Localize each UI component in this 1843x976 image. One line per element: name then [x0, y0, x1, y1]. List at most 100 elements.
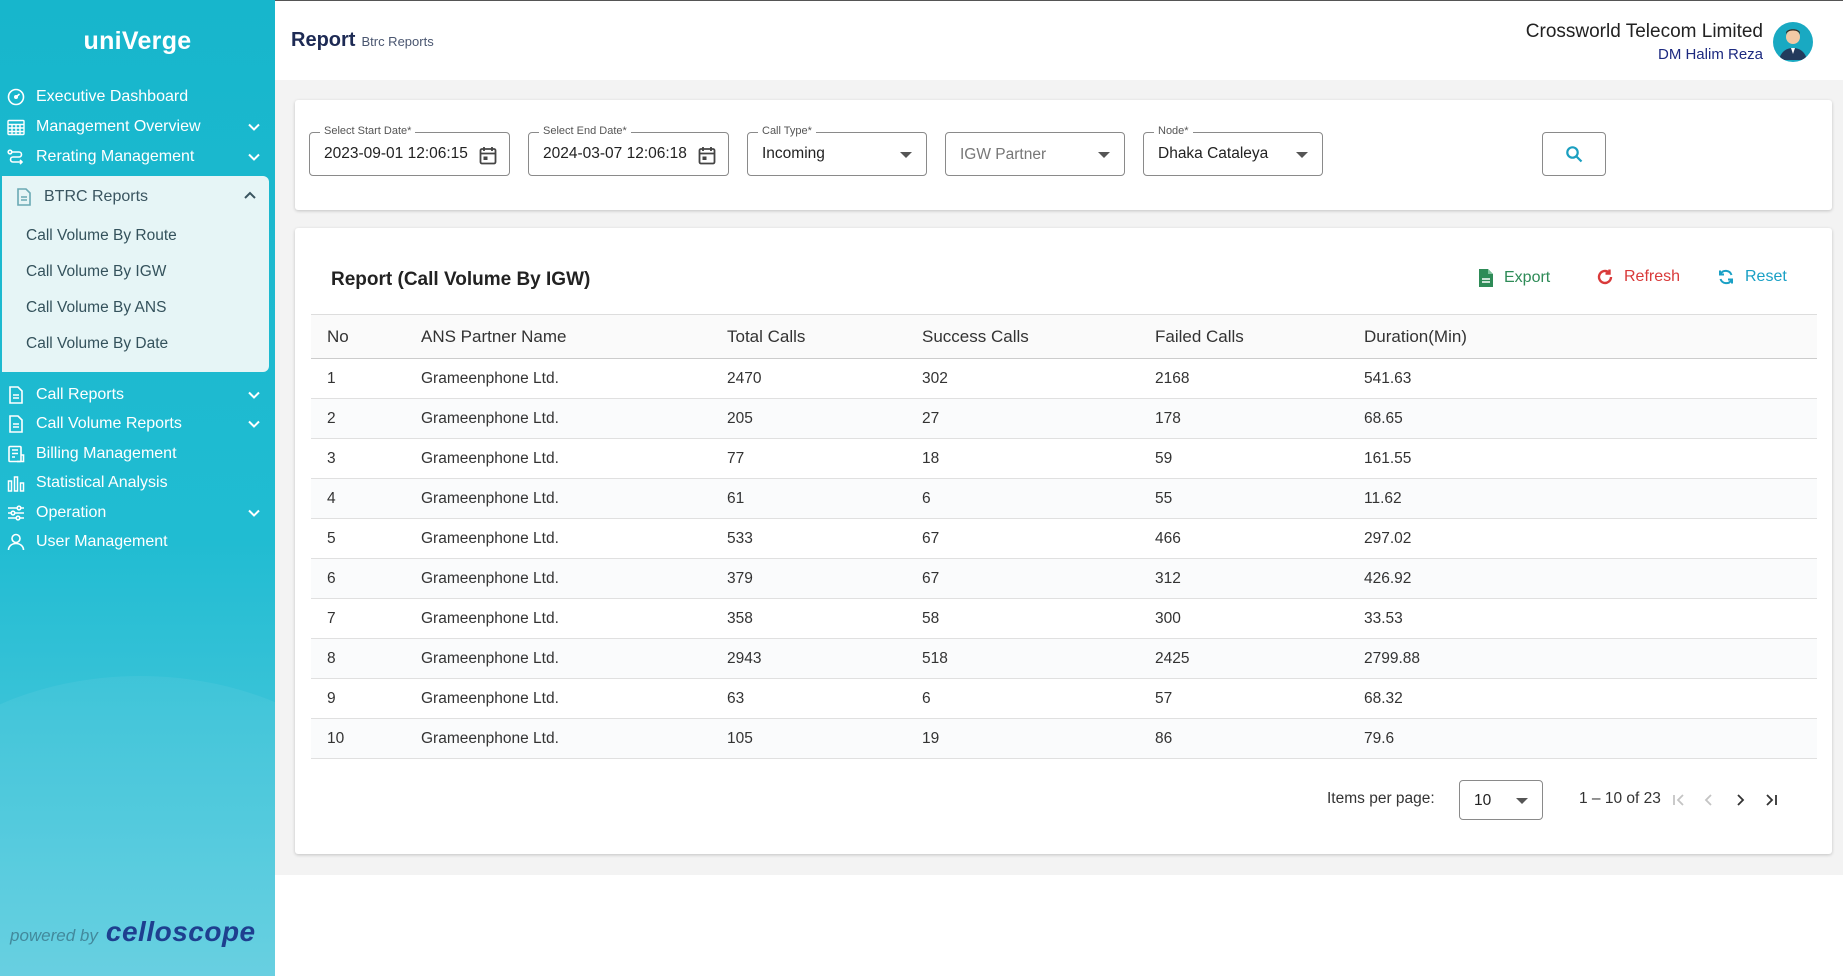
- celloscope-logo: celloscope: [105, 916, 256, 947]
- sidebar-item-operation[interactable]: Operation: [0, 498, 275, 528]
- sidebar-item-executive-dashboard[interactable]: Executive Dashboard: [0, 82, 275, 112]
- partner-name-cell: Grameenphone Ltd.: [405, 718, 711, 759]
- row-number-cell: 3: [311, 438, 405, 479]
- calendar-icon[interactable]: [696, 144, 718, 166]
- row-number-cell: 1: [311, 358, 405, 399]
- end-date-field[interactable]: Select End Date* 2024-03-07 12:06:18: [528, 125, 729, 176]
- duration-cell: 2799.88: [1348, 638, 1817, 679]
- sidebar-subitem-call-volume-by-date[interactable]: Call Volume By Date: [2, 326, 269, 362]
- sidebar-item-management-overview[interactable]: Management Overview: [0, 112, 275, 142]
- partner-name-cell: Grameenphone Ltd.: [405, 598, 711, 639]
- column-header[interactable]: Total Calls: [711, 314, 906, 359]
- sidebar-item-label: Operation: [36, 503, 107, 521]
- call-type-select[interactable]: Call Type* Incoming: [747, 125, 927, 176]
- node-select[interactable]: Node* Dhaka Cataleya: [1143, 125, 1323, 176]
- start-date-value: 2023-09-01 12:06:15: [324, 145, 468, 162]
- app-logo[interactable]: uniVerge: [0, 0, 275, 82]
- previous-page-button[interactable]: [1697, 788, 1721, 812]
- calendar-icon[interactable]: [477, 144, 499, 166]
- document-icon: [14, 187, 34, 207]
- powered-by-label: powered by: [10, 926, 98, 945]
- sidebar-item-label: Executive Dashboard: [36, 88, 189, 105]
- call-type-label: Call Type*: [758, 125, 816, 137]
- duration-cell: 68.65: [1348, 398, 1817, 439]
- duration-cell: 68.32: [1348, 678, 1817, 719]
- sidebar-item-call-volume-reports[interactable]: Call Volume Reports: [0, 410, 275, 440]
- sidebar-subitem-call-volume-by-ans[interactable]: Call Volume By ANS: [2, 290, 269, 326]
- column-header[interactable]: No: [311, 314, 405, 359]
- success-calls-cell: 18: [906, 438, 1139, 479]
- sidebar-item-label: Statistical Analysis: [36, 474, 168, 492]
- search-button[interactable]: [1542, 132, 1606, 176]
- node-value: Dhaka Cataleya: [1158, 145, 1269, 162]
- reset-label: Reset: [1745, 268, 1787, 285]
- refresh-button[interactable]: Refresh: [1596, 268, 1680, 286]
- sidebar-item-label: Call Reports: [36, 385, 125, 403]
- sidebar-item-call-reports[interactable]: Call Reports: [0, 380, 275, 410]
- btrc-reports-panel: BTRC Reports Call Volume By Route Call V…: [2, 176, 269, 372]
- column-header[interactable]: Failed Calls: [1139, 314, 1348, 359]
- sidebar-item-rerating-management[interactable]: Rerating Management: [0, 142, 275, 172]
- account-info: Crossworld Telecom Limited DM Halim Reza: [1526, 21, 1763, 63]
- success-calls-cell: 6: [906, 678, 1139, 719]
- avatar[interactable]: [1773, 22, 1813, 62]
- failed-calls-cell: 59: [1139, 438, 1348, 479]
- export-button[interactable]: Export: [1478, 268, 1550, 288]
- partner-name-cell: Grameenphone Ltd.: [405, 398, 711, 439]
- failed-calls-cell: 178: [1139, 398, 1348, 439]
- chevron-down-icon: [247, 506, 261, 520]
- sidebar-item-statistical-analysis[interactable]: Statistical Analysis: [0, 469, 275, 499]
- gauge-icon: [6, 87, 26, 107]
- igw-partner-select[interactable]: IGW Partner: [945, 132, 1125, 176]
- sidebar-item-user-management[interactable]: User Management: [0, 528, 275, 558]
- success-calls-cell: 58: [906, 598, 1139, 639]
- sidebar-item-label: BTRC Reports: [44, 188, 149, 205]
- file-export-icon: [1479, 269, 1493, 287]
- table-row: 6 Grameenphone Ltd. 379 67 312 426.92: [311, 558, 1817, 599]
- row-number-cell: 5: [311, 518, 405, 559]
- sidebar-item-label: Billing Management: [36, 444, 177, 462]
- billing-icon: [6, 444, 26, 464]
- chevron-down-icon: [247, 120, 261, 134]
- table-row: 2 Grameenphone Ltd. 205 27 178 68.65: [311, 398, 1817, 439]
- failed-calls-cell: 57: [1139, 678, 1348, 719]
- total-calls-cell: 77: [711, 438, 906, 479]
- partner-name-cell: Grameenphone Ltd.: [405, 638, 711, 679]
- sidebar-item-billing-management[interactable]: Billing Management: [0, 439, 275, 469]
- chevron-down-icon: [247, 150, 261, 164]
- page-breadcrumb: Btrc Reports: [361, 34, 434, 49]
- column-header[interactable]: Success Calls: [906, 314, 1139, 359]
- success-calls-cell: 6: [906, 478, 1139, 519]
- top-header: Report Btrc Reports Crossworld Telecom L…: [275, 0, 1843, 80]
- page-title: Report Btrc Reports: [291, 29, 434, 52]
- column-header[interactable]: ANS Partner Name: [405, 314, 711, 359]
- reset-button[interactable]: Reset: [1717, 268, 1787, 286]
- success-calls-cell: 302: [906, 358, 1139, 399]
- search-icon: [1566, 146, 1583, 163]
- total-calls-cell: 2470: [711, 358, 906, 399]
- table-row: 3 Grameenphone Ltd. 77 18 59 161.55: [311, 438, 1817, 479]
- column-header[interactable]: Duration(Min): [1348, 314, 1817, 359]
- sidebar-item-btrc-reports[interactable]: BTRC Reports: [2, 176, 269, 218]
- last-page-button[interactable]: [1759, 788, 1783, 812]
- duration-cell: 426.92: [1348, 558, 1817, 599]
- table-row: 5 Grameenphone Ltd. 533 67 466 297.02: [311, 518, 1817, 559]
- start-date-field[interactable]: Select Start Date* 2023-09-01 12:06:15: [309, 125, 510, 176]
- last-page-icon: [1766, 794, 1777, 806]
- partner-name-cell: Grameenphone Ltd.: [405, 678, 711, 719]
- first-page-icon: [1673, 794, 1684, 806]
- sidebar-subitem-call-volume-by-igw[interactable]: Call Volume By IGW: [2, 254, 269, 290]
- success-calls-cell: 27: [906, 398, 1139, 439]
- first-page-button[interactable]: [1667, 788, 1691, 812]
- bar-chart-icon: [6, 473, 26, 493]
- chevron-down-icon: [247, 417, 261, 431]
- items-per-page-select[interactable]: 10: [1459, 780, 1543, 820]
- next-page-button[interactable]: [1728, 788, 1752, 812]
- end-date-value: 2024-03-07 12:06:18: [543, 145, 687, 162]
- total-calls-cell: 533: [711, 518, 906, 559]
- sync-icon: [1719, 269, 1733, 285]
- total-calls-cell: 358: [711, 598, 906, 639]
- sidebar-subitem-call-volume-by-route[interactable]: Call Volume By Route: [2, 218, 269, 254]
- user-icon: [6, 532, 26, 552]
- table-row: 8 Grameenphone Ltd. 2943 518 2425 2799.88: [311, 638, 1817, 679]
